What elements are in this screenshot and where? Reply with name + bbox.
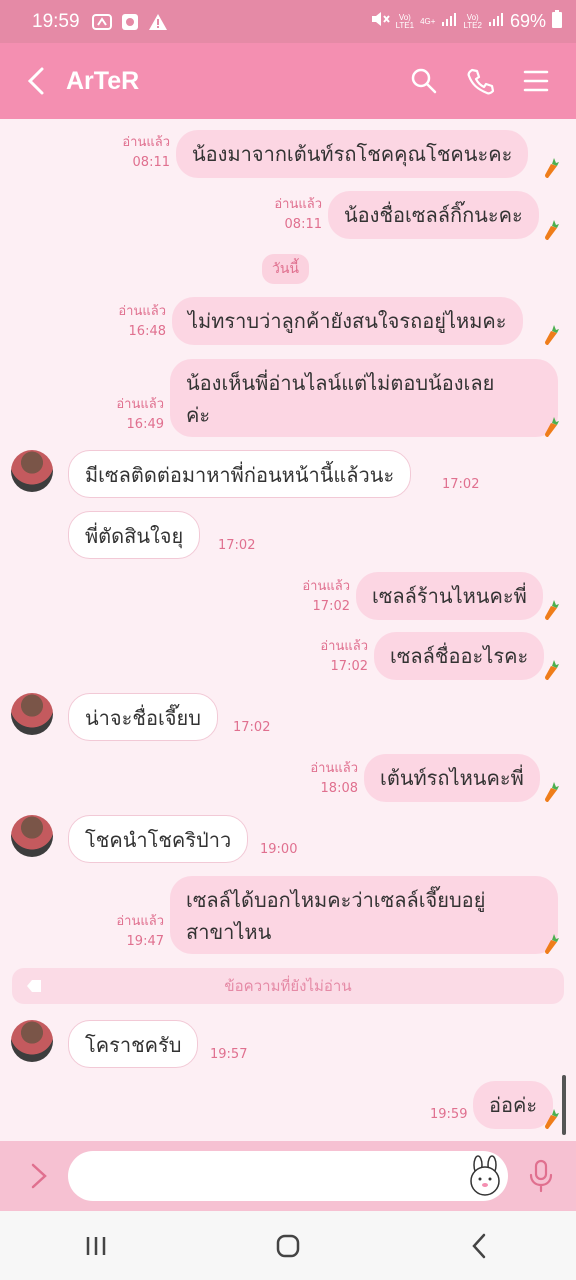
chat-title: ArTeR — [66, 66, 140, 95]
message-bubble[interactable]: โคราชครับ — [68, 1020, 199, 1068]
carrot-icon — [545, 600, 559, 620]
message-bubble[interactable]: มีเซลติดต่อมาหาพี่ก่อนหน้านี้แล้วนะ — [68, 450, 412, 498]
avatar[interactable] — [11, 815, 53, 857]
message-bubble[interactable]: น้องเห็นพี่อ่านไลน์แต่ไม่ตอบน้องเลย ค่ะ — [170, 359, 558, 437]
message-time: 19:59 — [430, 1107, 468, 1122]
battery-level: 69% — [509, 11, 546, 31]
message-bubble[interactable]: เซลล์ชื่ออะไรคะ — [374, 632, 545, 680]
message-bubble[interactable]: น้องชื่อเซลล์กิ๊กนะคะ — [328, 191, 539, 239]
back-icon[interactable] — [26, 66, 46, 96]
scrollbar[interactable] — [562, 1075, 566, 1135]
battery-icon — [552, 10, 562, 33]
unread-divider: ข้อความที่ยังไม่อ่าน — [12, 968, 564, 1004]
carrot-icon — [545, 782, 559, 802]
message-bubble[interactable]: น่าจะชื่อเจี๊ยบ — [68, 693, 218, 741]
message-meta: อ่านแล้ว 08:11 — [122, 135, 170, 170]
chat-header: ArTeR — [0, 43, 576, 119]
sim2-label: Vo) LTE2 — [463, 12, 482, 30]
message-bubble[interactable]: เซลล์ร้านไหนคะพี่ — [356, 572, 543, 620]
message-time: 17:02 — [442, 477, 480, 492]
carrot-icon — [545, 325, 559, 345]
date-pill: วันนี้ — [262, 254, 310, 284]
mute-icon — [370, 10, 390, 33]
carrot-icon — [545, 934, 559, 954]
home-icon[interactable] — [273, 1231, 303, 1261]
cast-icon — [91, 12, 112, 32]
menu-icon[interactable] — [522, 67, 550, 95]
message-time: 19:57 — [210, 1047, 248, 1062]
message-bubble[interactable]: โชคนำโชคริป่าว — [68, 815, 249, 863]
message-bubble[interactable]: น้องมาจากเต้นท์รถโชคคุณโชคนะคะ — [176, 130, 529, 178]
carrot-icon — [545, 220, 559, 240]
signal-icon-2 — [488, 11, 504, 32]
message-meta: อ่านแล้ว 18:08 — [310, 761, 358, 796]
tag-icon — [27, 980, 41, 992]
message-bubble[interactable]: ไม่ทราบว่าลูกค้ายังสนใจรถอยู่ไหมคะ — [172, 297, 523, 345]
app-notification-icon — [120, 12, 140, 32]
avatar[interactable] — [11, 1020, 53, 1062]
avatar[interactable] — [11, 693, 53, 735]
search-icon[interactable] — [410, 67, 438, 95]
message-bubble[interactable]: เต้นท์รถไหนคะพี่ — [364, 754, 540, 802]
chat-area[interactable]: อ่านแล้ว 08:11 น้องมาจากเต้นท์รถโชคคุณโชค… — [0, 119, 576, 1141]
message-bubble[interactable]: เซลล์ได้บอกไหมคะว่าเซลล์เจี๊ยบอยู่ สาขาไ… — [170, 876, 558, 954]
status-time: 19:59 — [32, 10, 80, 32]
message-meta: อ่านแล้ว 16:49 — [116, 397, 164, 432]
warning-icon — [148, 12, 168, 32]
message-time: 17:02 — [218, 538, 256, 553]
message-meta: อ่านแล้ว 17:02 — [302, 579, 350, 614]
message-meta: อ่านแล้ว 19:47 — [116, 914, 164, 949]
message-time: 19:00 — [260, 842, 298, 857]
message-meta: อ่านแล้ว 16:48 — [118, 304, 166, 339]
microphone-icon[interactable] — [528, 1159, 554, 1193]
back-nav-icon[interactable] — [465, 1231, 495, 1261]
carrot-icon — [545, 660, 559, 680]
message-input[interactable] — [68, 1151, 508, 1201]
sticker-icon[interactable] — [464, 1155, 506, 1197]
message-bubble[interactable]: พี่ตัดสินใจยุ — [68, 511, 201, 559]
message-meta: อ่านแล้ว 08:11 — [274, 197, 322, 232]
carrot-icon — [545, 158, 559, 178]
phone-icon[interactable] — [466, 67, 494, 95]
carrot-icon — [545, 417, 559, 437]
avatar[interactable] — [11, 450, 53, 492]
carrot-icon — [545, 1109, 559, 1129]
signal-icon-1 — [441, 11, 457, 32]
chevron-right-icon[interactable] — [30, 1162, 48, 1190]
message-meta: อ่านแล้ว 17:02 — [320, 639, 368, 674]
sim1-label: Vo) LTE1 — [395, 12, 415, 30]
message-input-bar — [0, 1141, 576, 1211]
recent-apps-icon[interactable] — [81, 1231, 111, 1261]
system-nav-bar — [0, 1211, 576, 1280]
status-bar: 19:59 Vo) LTE1 4G+ Vo) LTE2 69% — [0, 0, 576, 43]
message-time: 17:02 — [233, 720, 271, 735]
network-label: 4G+ — [420, 16, 436, 26]
